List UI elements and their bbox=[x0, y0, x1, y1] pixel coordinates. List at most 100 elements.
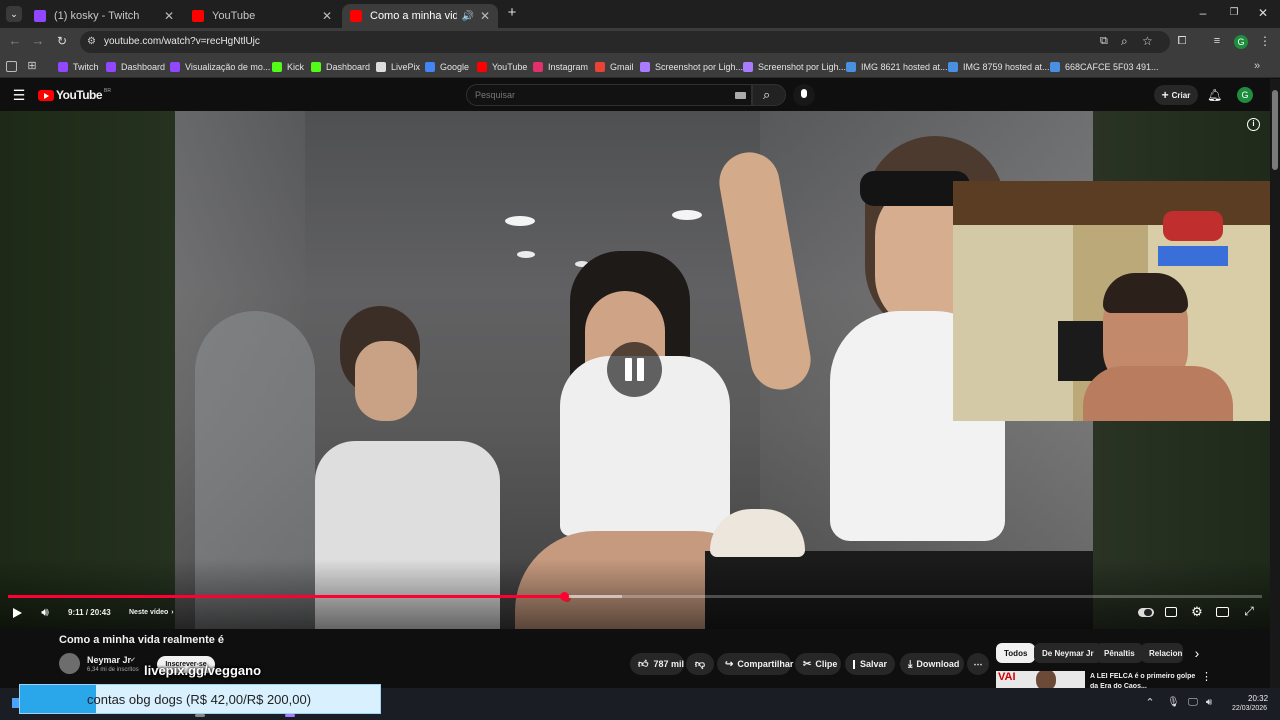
play-button[interactable] bbox=[12, 607, 22, 619]
close-icon[interactable]: ✕ bbox=[164, 9, 174, 23]
taskbar-date[interactable]: 22/03/2026 bbox=[1232, 705, 1267, 712]
info-icon[interactable]: i bbox=[1247, 118, 1260, 131]
bookmark-item[interactable]: Google bbox=[425, 60, 469, 74]
bookmark-item[interactable]: Dashboard bbox=[106, 60, 165, 74]
forward-icon[interactable]: → bbox=[31, 34, 45, 48]
recommendation-title[interactable]: A LEI FELCA é o primeiro golpe bbox=[1090, 673, 1195, 680]
bookmark-item[interactable]: 668CAFCE 5F03 491... bbox=[1050, 60, 1159, 74]
chevron-right-icon[interactable]: › bbox=[1190, 645, 1204, 661]
side-panel-icon[interactable] bbox=[6, 61, 17, 72]
clip-button[interactable]: ✂ Clipe bbox=[795, 653, 841, 675]
chip-penalties[interactable]: Pênaltis bbox=[1096, 643, 1143, 663]
like-button[interactable]: 👍︎ 787 mil bbox=[630, 653, 684, 675]
bookmark-item[interactable]: LivePix bbox=[376, 60, 420, 74]
speaker-icon[interactable]: 🔊︎ bbox=[1204, 697, 1214, 709]
video-player[interactable]: i 🔊︎ 9:11 / 20:43 Neste vídeo › ⚙ ⤢ bbox=[0, 111, 1270, 629]
bookmark-favicon-icon bbox=[743, 62, 753, 72]
bookmark-item[interactable]: Dashboard bbox=[311, 60, 370, 74]
menu-icon[interactable]: ☰ bbox=[12, 87, 26, 103]
recommendation-thumbnail[interactable]: VAI bbox=[996, 671, 1085, 689]
more-actions-button[interactable]: ⋯ bbox=[967, 653, 989, 675]
bookmark-label: Visualização de mo... bbox=[185, 62, 271, 72]
taskbar-app-icon[interactable] bbox=[195, 714, 205, 717]
search-input[interactable]: Pesquisar bbox=[475, 90, 515, 100]
tab-list-icon[interactable]: ⌄ bbox=[6, 6, 22, 22]
dislike-button[interactable]: 👎︎ bbox=[686, 653, 714, 675]
miniplayer-icon[interactable] bbox=[1216, 607, 1229, 617]
create-button[interactable]: + Criar bbox=[1154, 85, 1198, 105]
scrollbar-thumb[interactable] bbox=[1272, 90, 1278, 170]
autoplay-toggle[interactable] bbox=[1138, 608, 1154, 617]
chip-from-channel[interactable]: De Neymar Jr bbox=[1034, 643, 1102, 663]
more-bookmarks-icon[interactable]: » bbox=[1251, 59, 1263, 73]
webcam-overlay bbox=[953, 181, 1270, 421]
close-window-icon[interactable]: ✕ bbox=[1256, 6, 1270, 20]
channel-name[interactable]: Neymar Jr bbox=[87, 655, 131, 665]
more-vert-icon[interactable]: ⋮ bbox=[1201, 671, 1212, 683]
bookmark-item[interactable]: IMG 8621 hosted at... bbox=[846, 60, 948, 74]
youtube-icon bbox=[192, 10, 204, 22]
share-button[interactable]: ↪ Compartilhar bbox=[717, 653, 793, 675]
tab-youtube[interactable]: YouTube ✕ bbox=[184, 4, 340, 28]
reload-icon[interactable]: ↻ bbox=[55, 34, 69, 48]
subtitles-icon[interactable] bbox=[1165, 607, 1177, 617]
bookmark-item[interactable]: Gmail bbox=[595, 60, 634, 74]
tab-twitch[interactable]: (1) kosky - Twitch ✕ bbox=[26, 4, 182, 28]
restore-icon[interactable]: ❐ bbox=[1227, 6, 1241, 20]
chevron-up-icon[interactable]: ⌃ bbox=[1145, 697, 1155, 709]
page-scrollbar[interactable] bbox=[1270, 79, 1280, 689]
save-button[interactable]: Salvar bbox=[845, 653, 895, 675]
display-icon[interactable]: 🖵 bbox=[1188, 697, 1198, 709]
account-avatar[interactable]: G bbox=[1237, 87, 1253, 103]
audio-playing-icon[interactable]: 🔊 bbox=[461, 11, 473, 22]
scrubber-handle[interactable] bbox=[559, 592, 569, 601]
taskbar-time[interactable]: 20:32 bbox=[1248, 694, 1268, 703]
channel-avatar[interactable] bbox=[59, 653, 80, 674]
close-icon[interactable]: ✕ bbox=[322, 9, 332, 23]
pause-overlay-button[interactable] bbox=[607, 342, 662, 397]
tab-current-video[interactable]: Como a minha vida realme 🔊 ✕ bbox=[342, 4, 498, 28]
settings-icon[interactable]: ⚙ bbox=[1190, 604, 1204, 619]
bookmark-star-icon[interactable]: ☆ bbox=[1142, 34, 1153, 48]
back-icon[interactable]: ← bbox=[8, 34, 22, 48]
search-button[interactable]: ⌕ bbox=[752, 84, 786, 106]
profile-avatar[interactable]: G bbox=[1234, 35, 1248, 49]
download-button[interactable]: ⤓ Download bbox=[900, 653, 964, 675]
bookmark-favicon-icon bbox=[640, 62, 650, 72]
close-icon[interactable]: ✕ bbox=[480, 9, 490, 23]
bookmark-item[interactable]: Visualização de mo... bbox=[170, 60, 270, 74]
thumbs-down-icon: 👎︎ bbox=[694, 659, 706, 670]
extensions-icon[interactable]: ⧠ bbox=[1175, 34, 1189, 48]
progress-bar[interactable] bbox=[8, 592, 1262, 601]
address-bar[interactable]: ⚙ youtube.com/watch?v=recHgNtlUjc ⧉ ⌕ ☆ bbox=[80, 31, 1170, 53]
bookmark-item[interactable]: Instagram bbox=[533, 60, 588, 74]
bookmark-favicon-icon bbox=[272, 62, 282, 72]
site-info-icon[interactable]: ⚙ bbox=[87, 36, 96, 47]
zoom-icon[interactable]: ⌕ bbox=[1121, 34, 1128, 49]
install-app-icon[interactable]: ⧉ bbox=[1100, 35, 1108, 48]
apps-grid-icon[interactable]: ⊞ bbox=[26, 59, 38, 73]
taskbar-app-icon[interactable] bbox=[285, 714, 295, 717]
microphone-icon[interactable]: 🎙︎ bbox=[1167, 697, 1180, 709]
search-box[interactable]: Pesquisar bbox=[466, 84, 752, 106]
keyboard-icon[interactable] bbox=[735, 92, 746, 99]
new-tab-icon[interactable]: + bbox=[504, 5, 520, 21]
bookmark-item[interactable]: Screenshot por Ligh... bbox=[743, 60, 846, 74]
bookmark-item[interactable]: YouTube bbox=[477, 60, 527, 74]
bookmark-item[interactable]: Kick bbox=[272, 60, 304, 74]
bookmark-item[interactable]: Twitch bbox=[58, 60, 99, 74]
media-controls-icon[interactable]: ≡ bbox=[1210, 34, 1224, 48]
volume-icon[interactable]: 🔊︎ bbox=[37, 605, 53, 619]
voice-search-button[interactable] bbox=[793, 84, 815, 106]
youtube-logo[interactable]: YouTube BR bbox=[38, 88, 111, 102]
fullscreen-icon[interactable]: ⤢ bbox=[1242, 604, 1256, 619]
chapter-button[interactable]: Neste vídeo › bbox=[124, 605, 179, 619]
minimize-icon[interactable]: – bbox=[1196, 6, 1210, 20]
bookmark-item[interactable]: Screenshot por Ligh... bbox=[640, 60, 743, 74]
notifications-icon[interactable]: 🔔︎ bbox=[1207, 87, 1222, 103]
browser-menu-icon[interactable]: ⋮ bbox=[1259, 34, 1271, 48]
chip-related[interactable]: Relacion bbox=[1141, 643, 1183, 663]
bookmark-label: Dashboard bbox=[121, 62, 166, 72]
bookmark-item[interactable]: IMG 8759 hosted at... bbox=[948, 60, 1050, 74]
chip-all[interactable]: Todos bbox=[996, 643, 1036, 663]
